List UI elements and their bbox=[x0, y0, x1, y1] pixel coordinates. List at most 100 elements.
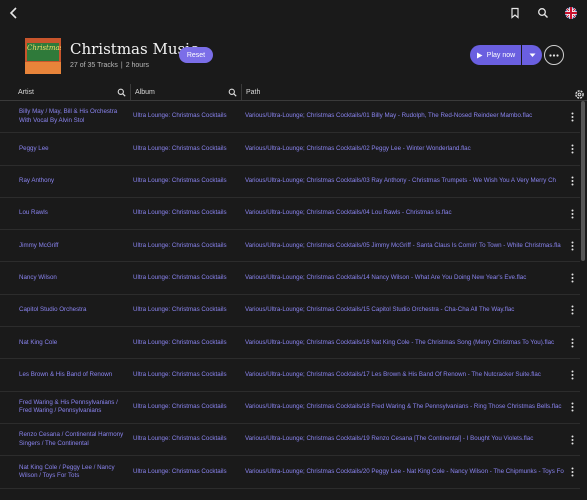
row-menu-button[interactable] bbox=[567, 456, 577, 487]
row-menu-button[interactable] bbox=[567, 166, 577, 197]
back-icon[interactable] bbox=[7, 6, 21, 20]
track-row[interactable]: Jimmy McGriff Ultra Lounge: Christmas Coc… bbox=[0, 230, 580, 263]
play-icon bbox=[476, 52, 483, 58]
artist-cell[interactable]: Billy May / May, Bill & His Orchestra Wi… bbox=[19, 101, 129, 132]
path-cell[interactable]: Various/Ultra-Lounge; Christmas Cocktail… bbox=[245, 133, 565, 164]
track-row[interactable]: Renzo Cesana / Continental Harmony Singe… bbox=[0, 424, 580, 457]
column-header-artist[interactable]: Artist bbox=[18, 84, 130, 101]
artist-cell[interactable]: Ray Anthony bbox=[19, 166, 129, 197]
track-row[interactable]: Lou Rawls Ultra Lounge: Christmas Cocktai… bbox=[0, 198, 580, 231]
artist-cell[interactable]: Capitol Studio Orchestra bbox=[19, 295, 129, 326]
search-icon[interactable] bbox=[535, 5, 551, 21]
track-row[interactable]: Peggy Lee Ultra Lounge: Christmas Cocktai… bbox=[0, 133, 580, 166]
path-cell[interactable]: Various/Ultra-Lounge; Christmas Cocktail… bbox=[245, 359, 565, 390]
play-now-button[interactable]: Play now bbox=[470, 45, 521, 65]
column-header-path[interactable]: Path bbox=[241, 84, 571, 101]
path-cell[interactable]: Various/Ultra-Lounge; Christmas Cocktail… bbox=[245, 456, 565, 487]
track-row[interactable]: Ray Anthony Ultra Lounge: Christmas Cockt… bbox=[0, 166, 580, 198]
artist-cell[interactable]: Nancy Wilson bbox=[19, 262, 129, 293]
path-cell[interactable]: Various/Ultra-Lounge; Christmas Cocktail… bbox=[245, 424, 565, 455]
play-options-button[interactable] bbox=[522, 45, 542, 65]
album-cell[interactable]: Ultra Lounge: Christmas Cocktails bbox=[133, 392, 239, 423]
ellipsis-icon bbox=[549, 53, 559, 57]
track-row[interactable]: Fred Waring & His Pennsylvanians / Fred … bbox=[0, 392, 580, 424]
album-cell[interactable]: Ultra Lounge: Christmas Cocktails bbox=[133, 101, 239, 132]
ellipsis-vertical-icon bbox=[571, 273, 573, 283]
track-row[interactable]: Les Brown & His Band of Renown Ultra Loun… bbox=[0, 359, 580, 392]
path-cell[interactable]: Various/Ultra-Lounge; Christmas Cocktail… bbox=[245, 327, 565, 358]
ellipsis-vertical-icon bbox=[571, 305, 573, 315]
playlist-art-text: Christmas bbox=[27, 44, 61, 52]
row-menu-button[interactable] bbox=[567, 327, 577, 358]
path-cell[interactable]: Various/Ultra-Lounge; Christmas Cocktail… bbox=[245, 166, 565, 197]
ellipsis-vertical-icon bbox=[571, 338, 573, 348]
path-cell[interactable]: Various/Ultra-Lounge; Christmas Cocktail… bbox=[245, 295, 565, 326]
playlist-duration: 2 hours bbox=[125, 62, 150, 69]
scrollbar[interactable] bbox=[581, 101, 585, 261]
track-count: 27 of 35 Tracks bbox=[70, 62, 118, 69]
artist-cell[interactable]: Renzo Cesana / Continental Harmony Singe… bbox=[19, 424, 129, 455]
track-row[interactable]: Nat King Cole Ultra Lounge: Christmas Coc… bbox=[0, 327, 580, 360]
ellipsis-vertical-icon bbox=[571, 370, 573, 380]
ellipsis-vertical-icon bbox=[571, 209, 573, 219]
row-menu-button[interactable] bbox=[567, 230, 577, 261]
bookmark-icon[interactable] bbox=[507, 5, 523, 21]
artist-search-icon[interactable] bbox=[117, 88, 126, 99]
row-menu-button[interactable] bbox=[567, 198, 577, 229]
column-header-album[interactable]: Album bbox=[130, 84, 241, 101]
album-cell[interactable]: Ultra Lounge: Christmas Cocktails bbox=[133, 424, 239, 455]
ellipsis-vertical-icon bbox=[571, 112, 573, 122]
artist-cell[interactable]: Nat King Cole bbox=[19, 327, 129, 358]
track-row[interactable]: Nancy Wilson Ultra Lounge: Christmas Cock… bbox=[0, 262, 580, 295]
artist-cell[interactable]: Lou Rawls bbox=[19, 198, 129, 229]
ellipsis-vertical-icon bbox=[571, 241, 573, 251]
row-menu-button[interactable] bbox=[567, 424, 577, 455]
artist-cell[interactable]: Nat King Cole / Peggy Lee / Nancy Wilson… bbox=[19, 456, 129, 487]
play-controls: Play now bbox=[470, 45, 542, 65]
track-row[interactable]: Capitol Studio Orchestra Ultra Lounge: Ch… bbox=[0, 295, 580, 328]
user-avatar-icon[interactable] bbox=[563, 5, 579, 21]
path-cell[interactable]: Various/Ultra-Lounge; Christmas Cocktail… bbox=[245, 262, 565, 293]
ellipsis-vertical-icon bbox=[571, 467, 573, 477]
album-cell[interactable]: Ultra Lounge: Christmas Cocktails bbox=[133, 359, 239, 390]
album-cell[interactable]: Ultra Lounge: Christmas Cocktails bbox=[133, 327, 239, 358]
row-menu-button[interactable] bbox=[567, 133, 577, 164]
album-cell[interactable]: Ultra Lounge: Christmas Cocktails bbox=[133, 456, 239, 487]
ellipsis-vertical-icon bbox=[571, 176, 573, 186]
column-album-label: Album bbox=[135, 89, 155, 96]
album-cell[interactable]: Ultra Lounge: Christmas Cocktails bbox=[133, 262, 239, 293]
album-cell[interactable]: Ultra Lounge: Christmas Cocktails bbox=[133, 133, 239, 164]
album-cell[interactable]: Ultra Lounge: Christmas Cocktails bbox=[133, 166, 239, 197]
playlist-art: Christmas bbox=[25, 38, 61, 74]
album-cell[interactable]: Ultra Lounge: Christmas Cocktails bbox=[133, 230, 239, 261]
artist-cell[interactable]: Fred Waring & His Pennsylvanians / Fred … bbox=[19, 392, 129, 423]
path-cell[interactable]: Various/Ultra-Lounge; Christmas Cocktail… bbox=[245, 198, 565, 229]
artist-cell[interactable]: Les Brown & His Band of Renown bbox=[19, 359, 129, 390]
track-row[interactable]: Nat King Cole / Peggy Lee / Nancy Wilson… bbox=[0, 456, 580, 489]
row-menu-button[interactable] bbox=[567, 392, 577, 423]
play-now-label: Play now bbox=[486, 51, 516, 59]
artist-cell[interactable]: Peggy Lee bbox=[19, 133, 129, 164]
album-cell[interactable]: Ultra Lounge: Christmas Cocktails bbox=[133, 198, 239, 229]
ellipsis-vertical-icon bbox=[571, 435, 573, 445]
column-path-label: Path bbox=[246, 89, 261, 96]
reset-button[interactable]: Reset bbox=[179, 47, 213, 63]
path-cell[interactable]: Various/Ultra-Lounge; Christmas Cocktail… bbox=[245, 230, 565, 261]
playlist-header: Christmas Christmas Music 27 of 35 Track… bbox=[0, 28, 587, 84]
row-menu-button[interactable] bbox=[567, 295, 577, 326]
row-menu-button[interactable] bbox=[567, 359, 577, 390]
column-header-row: Artist Album Path bbox=[0, 84, 587, 101]
album-search-icon[interactable] bbox=[228, 88, 237, 99]
top-bar bbox=[0, 0, 587, 28]
track-row[interactable]: Billy May / May, Bill & His Orchestra Wi… bbox=[0, 101, 580, 134]
ellipsis-vertical-icon bbox=[571, 144, 573, 154]
column-artist-label: Artist bbox=[18, 89, 34, 96]
album-cell[interactable]: Ultra Lounge: Christmas Cocktails bbox=[133, 295, 239, 326]
row-menu-button[interactable] bbox=[567, 262, 577, 293]
path-cell[interactable]: Various/Ultra-Lounge; Christmas Cocktail… bbox=[245, 392, 565, 423]
chevron-down-icon bbox=[529, 53, 535, 57]
artist-cell[interactable]: Jimmy McGriff bbox=[19, 230, 129, 261]
more-options-button[interactable] bbox=[544, 45, 564, 65]
row-menu-button[interactable] bbox=[567, 101, 577, 132]
path-cell[interactable]: Various/Ultra-Lounge; Christmas Cocktail… bbox=[245, 101, 565, 132]
